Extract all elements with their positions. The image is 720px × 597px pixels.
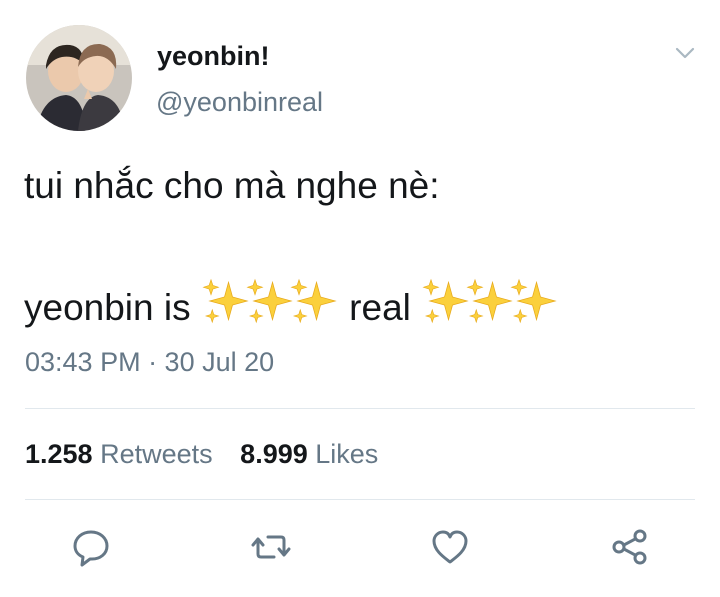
- tweet-stats: 1.258 Retweets 8.999 Likes: [25, 437, 378, 471]
- share-icon[interactable]: [609, 526, 651, 568]
- likes-stat[interactable]: 8.999 Likes: [240, 437, 378, 471]
- retweets-count: 1.258: [25, 439, 93, 469]
- display-name[interactable]: yeonbin!: [157, 40, 270, 72]
- retweets-label: Retweets: [100, 439, 213, 469]
- heart-icon[interactable]: [429, 526, 471, 568]
- reply-icon[interactable]: [70, 526, 112, 568]
- tweet-text-line-2: yeonbin is real: [24, 276, 559, 336]
- tweet-text-part-2: real: [349, 287, 411, 328]
- sparkles-emoji: [201, 276, 339, 336]
- retweet-icon[interactable]: [250, 526, 292, 568]
- divider: [25, 408, 695, 409]
- avatar[interactable]: [26, 25, 132, 131]
- chevron-down-icon[interactable]: [670, 38, 700, 68]
- retweets-stat[interactable]: 1.258 Retweets: [25, 437, 213, 471]
- likes-count: 8.999: [240, 439, 308, 469]
- sparkles-emoji: [421, 276, 559, 336]
- tweet-text-line-1: tui nhắc cho mà nghe nè:: [24, 165, 440, 206]
- divider: [25, 499, 695, 500]
- tweet-timestamp[interactable]: 03:43 PM · 30 Jul 20: [25, 345, 274, 379]
- tweet-text-part-1: yeonbin is: [24, 287, 191, 328]
- likes-label: Likes: [315, 439, 379, 469]
- user-handle[interactable]: @yeonbinreal: [156, 86, 323, 118]
